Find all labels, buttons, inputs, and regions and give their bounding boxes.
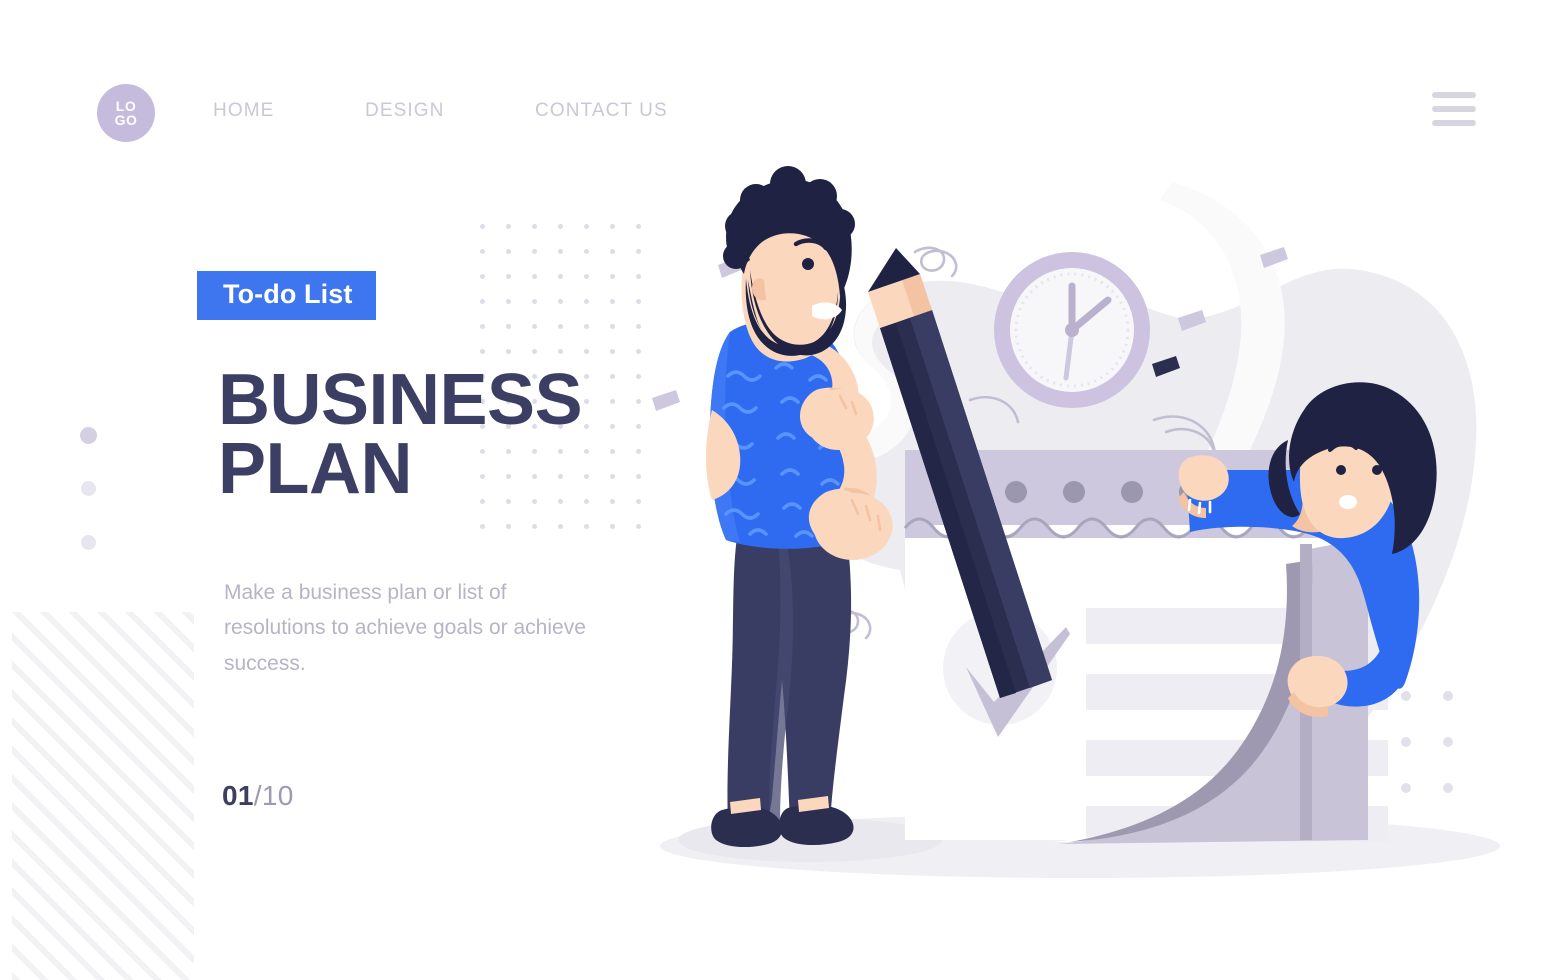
grid-dot: [558, 524, 563, 529]
grid-dot: [506, 349, 511, 354]
grid-dot: [532, 249, 537, 254]
grid-dot: [480, 224, 485, 229]
grid-dot: [558, 324, 563, 329]
man-eye: [802, 258, 814, 270]
grid-dot: [558, 349, 563, 354]
grid-dot: [480, 324, 485, 329]
grid-dot: [558, 224, 563, 229]
grid-dot: [584, 274, 589, 279]
grid-dot: [584, 449, 589, 454]
right-dots-decoration: [1401, 691, 1453, 793]
page-title-line-2: PLAN: [218, 429, 413, 510]
grid-dot: [584, 424, 589, 429]
page-title-line-1: BUSINESS: [218, 360, 583, 440]
hero-content: To-do List BUSINESS PLAN Make a business…: [0, 0, 660, 980]
diagonal-stripes-decoration: [12, 612, 194, 980]
grid-dot: [584, 299, 589, 304]
grid-dot: [532, 274, 537, 279]
grid-dot: [506, 274, 511, 279]
grid-dot: [532, 224, 537, 229]
woman-eye-right: [1372, 465, 1382, 475]
grid-dot: [480, 349, 485, 354]
grid-dot: [480, 524, 485, 529]
grid-dot: [584, 349, 589, 354]
hamburger-bar-top: [1432, 92, 1476, 98]
hamburger-bar-bottom: [1432, 120, 1476, 126]
hamburger-bar-middle: [1432, 106, 1476, 112]
side-dot-2: [81, 481, 96, 496]
slide-counter: 01/10: [222, 780, 294, 812]
woman-eye-left: [1336, 465, 1346, 475]
hamburger-menu-icon[interactable]: [1432, 92, 1476, 126]
grid-dot: [584, 249, 589, 254]
grid-dot: [584, 399, 589, 404]
grid-dot: [584, 374, 589, 379]
grid-dot: [506, 224, 511, 229]
grid-dot: [480, 299, 485, 304]
side-dot-1: [80, 427, 97, 444]
grid-dot: [480, 274, 485, 279]
grid-dot: [506, 249, 511, 254]
side-dot-3: [81, 535, 96, 550]
grid-dot: [584, 474, 589, 479]
slide-counter-total: /10: [253, 780, 294, 811]
grid-dot: [584, 499, 589, 504]
grid-dot: [532, 299, 537, 304]
grid-dot: [558, 299, 563, 304]
grid-dot: [506, 524, 511, 529]
grid-dot: [558, 249, 563, 254]
grid-dot: [532, 349, 537, 354]
grid-dot: [584, 224, 589, 229]
slide-counter-current: 01: [222, 780, 254, 811]
grid-dot: [558, 274, 563, 279]
todo-list-badge: To-do List: [197, 271, 377, 320]
business-plan-illustration: [600, 140, 1568, 940]
grid-dot: [480, 249, 485, 254]
grid-dot: [532, 324, 537, 329]
hero-description: Make a business plan or list of resoluti…: [224, 581, 586, 675]
wall-clock-icon: [994, 252, 1150, 408]
page-title: BUSINESS PLAN: [218, 364, 583, 510]
grid-dot: [506, 299, 511, 304]
grid-dot: [584, 524, 589, 529]
grid-dot: [532, 524, 537, 529]
grid-dot: [584, 324, 589, 329]
grid-dot: [506, 324, 511, 329]
